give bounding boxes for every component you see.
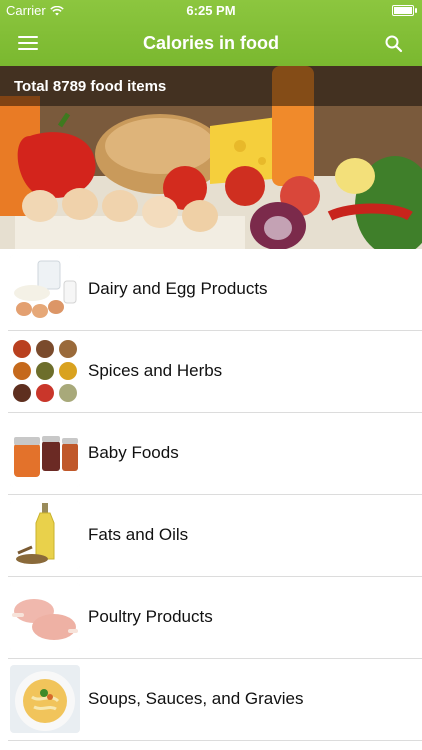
chicken-legs-icon <box>10 583 80 651</box>
category-row-fats-oils[interactable]: Fats and Oils <box>8 495 422 577</box>
category-list: Dairy and Egg Products Spices and Herbs … <box>0 249 422 741</box>
status-bar: Carrier 6:25 PM <box>0 0 422 22</box>
total-items-text: Total 8789 food items <box>14 78 167 95</box>
top-bar: Carrier 6:25 PM Calories in food <box>0 0 422 66</box>
dairy-eggs-icon <box>10 255 80 323</box>
search-icon[interactable] <box>384 34 404 54</box>
oil-bottle-icon <box>10 501 80 569</box>
baby-food-jars-icon <box>10 419 80 487</box>
spices-icon <box>10 337 80 405</box>
category-row-spices[interactable]: Spices and Herbs <box>8 331 422 413</box>
category-label: Soups, Sauces, and Gravies <box>88 689 304 708</box>
category-row-baby-foods[interactable]: Baby Foods <box>8 413 422 495</box>
status-time: 6:25 PM <box>186 3 236 18</box>
battery-icon <box>392 5 417 16</box>
category-label: Spices and Herbs <box>88 361 223 380</box>
category-row-soups[interactable]: Soups, Sauces, and Gravies <box>8 659 422 741</box>
category-label: Poultry Products <box>88 607 213 626</box>
nav-bar: Calories in food <box>0 22 422 66</box>
page-title: Calories in food <box>142 33 279 53</box>
category-label: Baby Foods <box>88 443 179 462</box>
category-row-dairy[interactable]: Dairy and Egg Products <box>8 249 422 331</box>
category-label: Dairy and Egg Products <box>88 279 268 298</box>
category-row-poultry[interactable]: Poultry Products <box>8 577 422 659</box>
hero-banner: Total 8789 food items <box>0 66 422 249</box>
soup-bowl-icon <box>10 665 80 733</box>
category-label: Fats and Oils <box>88 525 189 544</box>
